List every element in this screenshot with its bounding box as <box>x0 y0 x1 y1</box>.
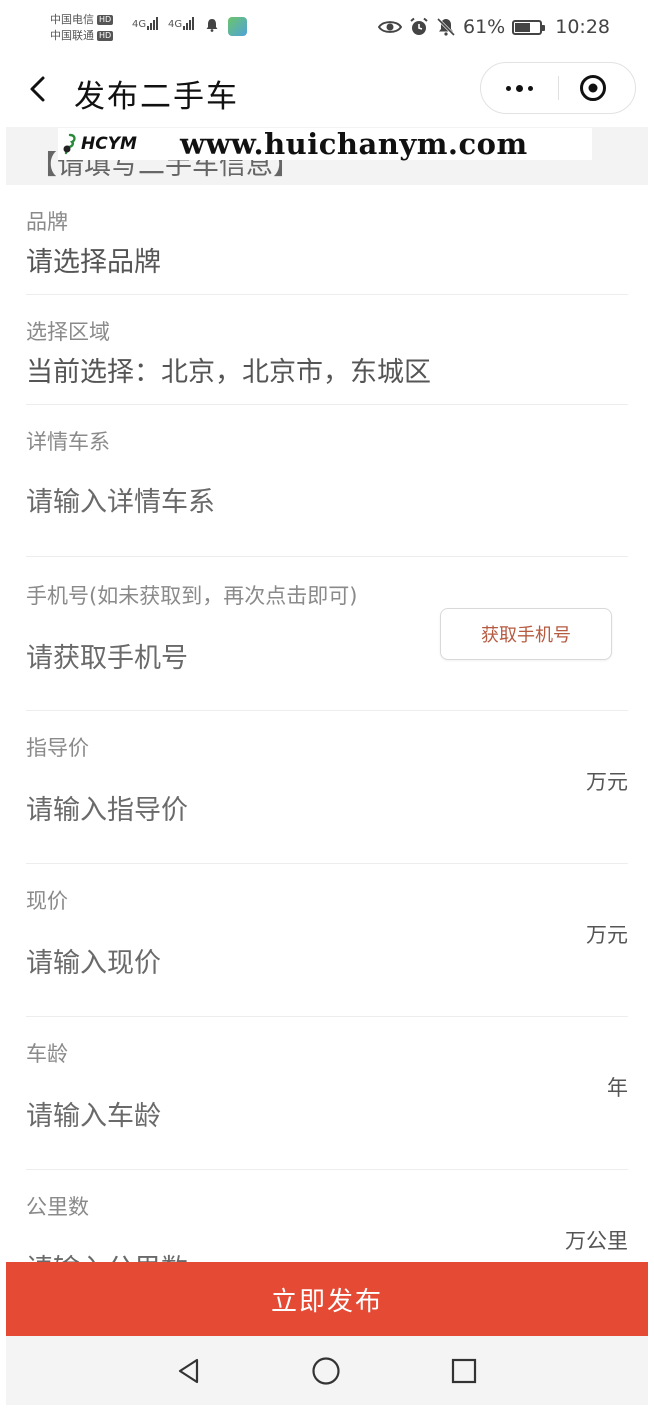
mileage-label: 公里数 <box>26 1195 89 1219</box>
current-price-field: 现价 请输入现价 万元 <box>26 881 628 1011</box>
notification-bell-icon <box>206 19 218 32</box>
watermark-logo-text: HCYM <box>81 134 137 154</box>
mileage-unit: 万公里 <box>565 1229 628 1253</box>
guide-price-field: 指导价 请输入指导价 万元 <box>26 728 628 858</box>
brand-field[interactable]: 品牌 请选择品牌 <box>26 202 628 292</box>
mini-program-capsule <box>480 62 636 114</box>
app-notification-icon <box>228 17 247 36</box>
battery-level <box>515 22 531 32</box>
battery-icon <box>512 19 546 35</box>
target-close-icon[interactable] <box>579 74 607 102</box>
signal-2-icon: 4G <box>168 17 195 30</box>
recents-square-icon[interactable] <box>449 1356 479 1386</box>
car-age-input[interactable]: 请输入车龄 <box>26 1094 161 1133</box>
hd-badge: HD <box>97 15 114 25</box>
signal-1-icon: 4G <box>132 17 159 30</box>
guide-price-input[interactable]: 请输入指导价 <box>26 788 188 827</box>
mute-icon <box>436 17 456 37</box>
nav-bar: 发布二手车 <box>6 54 648 126</box>
system-nav-bar <box>6 1336 648 1405</box>
series-input[interactable]: 请输入详情车系 <box>26 480 215 519</box>
more-dots-icon[interactable] <box>481 63 558 113</box>
divider <box>26 404 628 405</box>
alarm-icon <box>410 17 428 35</box>
region-select[interactable]: 当前选择：北京，北京市，东城区 <box>26 350 431 389</box>
get-phone-button[interactable]: 获取手机号 <box>440 608 612 660</box>
watermark-overlay: HCYM www.huichanym.com <box>58 127 592 161</box>
network-type-label: 4G <box>168 19 183 30</box>
car-age-label: 车龄 <box>26 1042 68 1066</box>
car-age-unit: 年 <box>607 1076 628 1100</box>
current-price-input[interactable]: 请输入现价 <box>26 941 161 980</box>
series-field: 详情车系 请输入详情车系 <box>26 422 628 552</box>
carrier-1-label: 中国电信 <box>50 13 94 26</box>
car-age-field: 车龄 请输入车龄 年 <box>26 1034 628 1164</box>
status-bar: 中国电信 HD 中国联通 HD 4G 4G 61% 10:28 <box>6 4 648 54</box>
brand-select[interactable]: 请选择品牌 <box>26 240 161 279</box>
series-label: 详情车系 <box>26 430 110 454</box>
guide-price-label: 指导价 <box>26 736 89 760</box>
current-price-label: 现价 <box>26 889 68 913</box>
phone-input[interactable]: 请获取手机号 <box>26 636 188 675</box>
current-price-unit: 万元 <box>586 923 628 947</box>
carrier-info: 中国电信 HD 中国联通 HD <box>50 12 114 44</box>
guide-price-unit: 万元 <box>586 770 628 794</box>
divider <box>26 556 628 557</box>
watermark-url: www.huichanym.com <box>180 127 528 161</box>
divider <box>26 294 628 295</box>
phone-label: 手机号(如未获取到，再次点击即可) <box>26 584 358 608</box>
page-title: 发布二手车 <box>74 79 239 115</box>
status-right: 61% 10:28 <box>378 16 610 38</box>
publish-button[interactable]: 立即发布 <box>6 1262 648 1336</box>
network-type-label: 4G <box>132 19 147 30</box>
back-triangle-icon[interactable] <box>174 1356 204 1386</box>
battery-percent: 61% <box>463 16 506 38</box>
divider <box>26 863 628 864</box>
region-field[interactable]: 选择区域 当前选择：北京，北京市，东城区 <box>26 312 628 402</box>
divider <box>26 1169 628 1170</box>
clock-time: 10:28 <box>555 16 610 38</box>
eye-icon <box>378 21 402 33</box>
divider <box>26 1016 628 1017</box>
watermark-logo: HCYM <box>62 133 180 155</box>
capsule-divider <box>558 76 559 100</box>
phone-screen: 中国电信 HD 中国联通 HD 4G 4G 61% 10:28 发布二手车 【请… <box>6 4 648 1405</box>
divider <box>26 710 628 711</box>
leaf-logo-icon <box>63 133 76 155</box>
brand-label: 品牌 <box>26 210 68 234</box>
hd-badge: HD <box>97 31 114 41</box>
back-chevron-icon[interactable] <box>26 74 52 104</box>
carrier-2-label: 中国联通 <box>50 29 94 42</box>
region-label: 选择区域 <box>26 320 110 344</box>
home-circle-icon[interactable] <box>311 1356 341 1386</box>
